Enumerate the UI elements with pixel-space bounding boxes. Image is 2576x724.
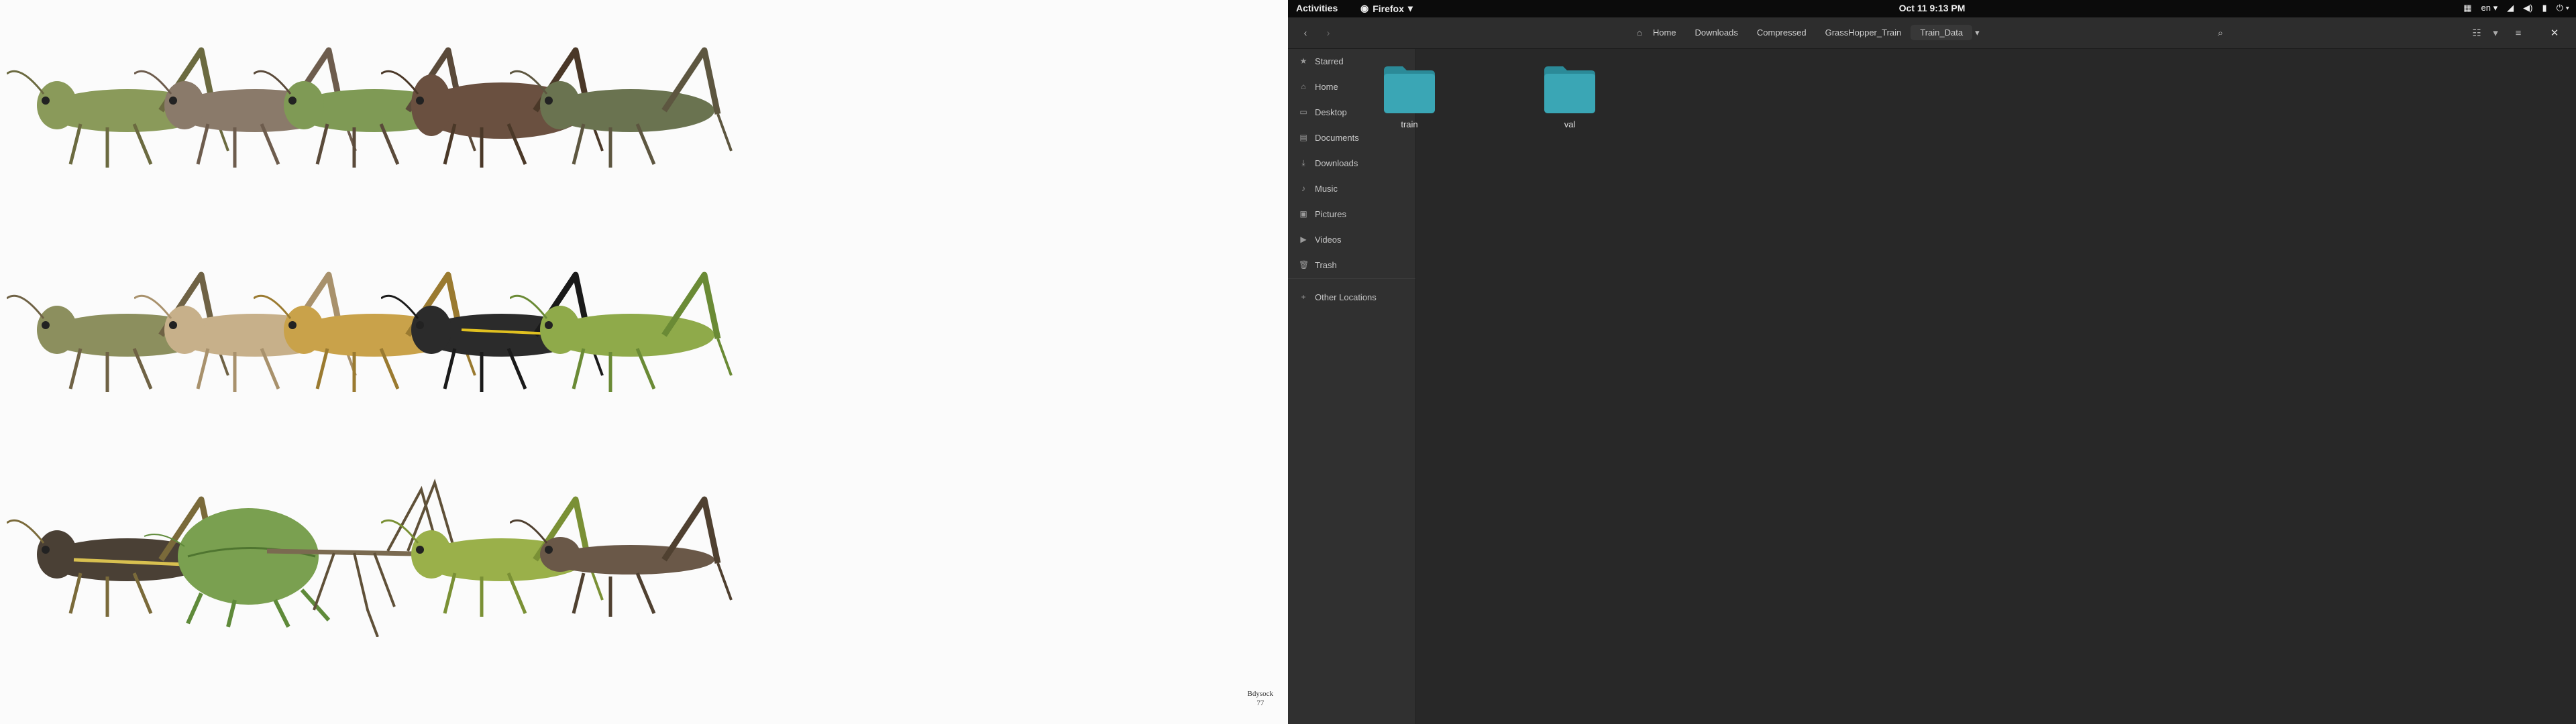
close-icon: ✕: [2550, 27, 2559, 39]
sidebar-item-label: Pictures: [1315, 208, 1346, 219]
sidebar-item-label: Other Locations: [1315, 292, 1377, 302]
grasshopper-10-photo: [509, 251, 751, 412]
folder-val[interactable]: val: [1533, 64, 1607, 144]
close-window-button[interactable]: ✕: [2545, 23, 2564, 42]
grasshopper-5-photo: [509, 27, 751, 188]
watermark-line1: Bdysock: [1247, 690, 1274, 698]
list-view-icon: ☷: [2472, 27, 2481, 39]
app-name: Firefox: [1373, 3, 1404, 14]
language-indicator[interactable]: en ▾: [2481, 3, 2498, 13]
activities-button[interactable]: Activities: [1296, 3, 1338, 13]
plus-icon: +: [1301, 292, 1306, 302]
places-sidebar: ★ Starred ⌂ Home ▭ Desktop ▤ Documents ⤓ Download…: [1288, 49, 1416, 724]
sidebar-item-other-locations[interactable]: + Other Locations: [1288, 285, 1415, 309]
app-menu[interactable]: ◉ Firefox ▾: [1360, 3, 1413, 14]
sidebar-item-music[interactable]: ♪ Music: [1288, 176, 1415, 200]
sidebar-item-label: Home: [1315, 81, 1338, 92]
back-button[interactable]: ‹: [1296, 23, 1315, 42]
sidebar-divider: [1288, 278, 1415, 279]
download-icon: ⤓: [1301, 158, 1305, 168]
hamburger-icon: ≡: [2515, 27, 2522, 39]
grasshopper-15-photo: [509, 476, 751, 637]
pictures-icon: ▣: [1299, 209, 1307, 219]
sidebar-item-label: Desktop: [1315, 107, 1347, 117]
header-bar: ‹ › ⌂ Home Downloads Compressed GrassHopper…: [1288, 17, 2576, 49]
network-icon[interactable]: ◢: [2507, 3, 2514, 13]
breadcrumb-item-compressed[interactable]: Compressed: [1748, 25, 1816, 40]
search-button[interactable]: ⌕: [2211, 23, 2230, 42]
folder-label: val: [1564, 119, 1576, 129]
menu-button[interactable]: ≡: [2509, 23, 2528, 42]
documents-icon: ▤: [1299, 133, 1307, 142]
sidebar-item-label: Music: [1315, 183, 1338, 194]
home-icon: ⌂: [1637, 27, 1642, 38]
system-tray[interactable]: ▦ en ▾ ◢ ◀) ▮ ⏻ ▾: [2463, 3, 2569, 13]
search-icon: ⌕: [2217, 27, 2224, 39]
watermark-line2: 77: [1256, 699, 1265, 707]
chevron-left-icon: ‹: [1303, 27, 1307, 39]
sidebar-item-label: Videos: [1315, 234, 1342, 245]
desktop-icon: ▭: [1299, 107, 1307, 117]
breadcrumb-item-home[interactable]: Home: [1644, 25, 1686, 40]
breadcrumb: ⌂ Home Downloads Compressed GrassHopper_Tra…: [1637, 25, 1980, 40]
view-options-button[interactable]: ▾: [2486, 23, 2505, 42]
sidebar-item-label: Trash: [1315, 259, 1337, 270]
breadcrumb-item-grasshopper-train[interactable]: GrassHopper_Train: [1816, 25, 1911, 40]
breadcrumb-item-downloads[interactable]: Downloads: [1686, 25, 1748, 40]
sidebar-item-trash[interactable]: 🗑 Trash: [1288, 253, 1415, 277]
home-icon: ⌂: [1301, 82, 1306, 91]
sidebar-item-downloads[interactable]: ⤓ Downloads: [1288, 151, 1415, 175]
forward-button[interactable]: ›: [1319, 23, 1338, 42]
firefox-icon: ◉: [1360, 3, 1369, 13]
sidebar-item-label: Starred: [1315, 56, 1344, 66]
sidebar-item-label: Documents: [1315, 132, 1359, 143]
sidebar-item-pictures[interactable]: ▣ Pictures: [1288, 202, 1415, 226]
files-window: ‹ › ⌂ Home Downloads Compressed GrassHopper…: [1288, 17, 2576, 724]
image-gallery: Bdysock 77: [0, 0, 1288, 724]
window-switcher-icon[interactable]: ▦: [2463, 3, 2471, 13]
sidebar-item-videos[interactable]: ▶ Videos: [1288, 227, 1415, 251]
chevron-down-icon: ▾: [1407, 3, 1413, 13]
battery-icon[interactable]: ▮: [2542, 3, 2546, 13]
trash-icon: 🗑: [1299, 260, 1309, 269]
sidebar-item-label: Downloads: [1315, 158, 1358, 168]
file-view: train val: [1384, 49, 2576, 724]
gnome-top-bar: Activities ◉ Firefox ▾ Oct 11 9:13 PM ▦ …: [1288, 0, 2576, 17]
chevron-down-icon: ▾: [2493, 27, 2498, 39]
volume-icon[interactable]: ◀): [2523, 3, 2532, 13]
star-icon: ★: [1299, 56, 1307, 66]
breadcrumb-item-train-data[interactable]: Train_Data: [1911, 25, 1973, 40]
videos-icon: ▶: [1300, 235, 1307, 244]
path-menu-chevron-icon[interactable]: ▾: [1975, 27, 1980, 38]
folder-train[interactable]: train: [1373, 64, 1446, 144]
folder-label: train: [1401, 119, 1418, 129]
language-label: en: [2481, 3, 2491, 13]
watermark: Bdysock 77: [1248, 689, 1274, 708]
clock[interactable]: Oct 11 9:13 PM: [1899, 3, 1966, 13]
music-icon: ♪: [1301, 184, 1305, 193]
folder-icon: [1384, 66, 1435, 113]
power-menu-icon[interactable]: ⏻ ▾: [2557, 3, 2569, 13]
chevron-right-icon: ›: [1326, 27, 1330, 39]
view-toggle-button[interactable]: ☷: [2467, 23, 2486, 42]
folder-icon: [1544, 66, 1595, 113]
